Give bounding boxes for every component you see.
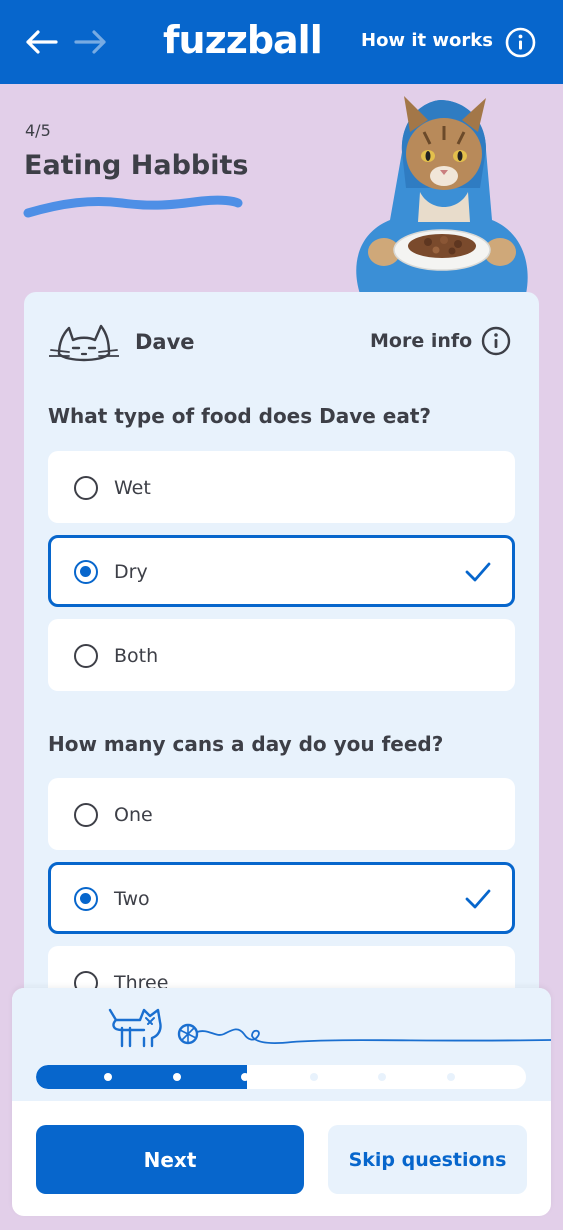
checkmark-icon (465, 889, 491, 909)
question-cans-per-day: How many cans a day do you feed? (48, 732, 444, 756)
progress-bar (36, 1065, 526, 1089)
checkmark-icon (465, 562, 491, 582)
option-two[interactable]: Two (48, 862, 515, 934)
progress-dot (104, 1073, 112, 1081)
option-label: One (114, 804, 153, 826)
option-dry[interactable]: Dry (48, 535, 515, 607)
radio-button[interactable] (74, 644, 98, 668)
option-label: Two (114, 888, 150, 910)
info-icon[interactable] (481, 326, 511, 356)
top-nav-bar: fuzzball How it works (0, 0, 563, 84)
option-one[interactable]: One (48, 778, 515, 850)
progress-dot (378, 1073, 386, 1081)
cat-with-yarn-doodle (108, 1008, 551, 1048)
question-card: Dave More info What type of food does Da… (24, 292, 539, 1012)
option-label: Dry (114, 561, 148, 583)
option-both[interactable]: Both (48, 619, 515, 691)
info-icon[interactable] (505, 27, 536, 58)
arrow-left-icon[interactable] (24, 28, 60, 56)
how-it-works-link[interactable]: How it works (361, 30, 493, 51)
radio-button-selected[interactable] (74, 560, 98, 584)
radio-button[interactable] (74, 476, 98, 500)
progress-dot (447, 1073, 455, 1081)
progress-dot (173, 1073, 181, 1081)
progress-dot (241, 1073, 249, 1081)
arrow-right-icon[interactable] (72, 28, 108, 56)
title-underline-scribble (23, 195, 243, 218)
option-label: Wet (114, 477, 151, 499)
progress-dot (310, 1073, 318, 1081)
radio-button[interactable] (74, 803, 98, 827)
step-counter: 4/5 (25, 121, 51, 140)
bottom-action-panel: Next Skip questions (12, 988, 551, 1216)
option-wet[interactable]: Wet (48, 451, 515, 523)
fuzzball-logo[interactable]: fuzzball (163, 18, 323, 62)
skip-questions-button[interactable]: Skip questions (328, 1125, 527, 1194)
pet-name: Dave (135, 330, 195, 354)
radio-button-selected[interactable] (74, 887, 98, 911)
question-food-type: What type of food does Dave eat? (48, 404, 431, 428)
more-info-link[interactable]: More info (370, 330, 472, 352)
option-label: Both (114, 645, 159, 667)
page-title: Eating Habbits (24, 150, 249, 181)
progress-area (12, 988, 551, 1101)
cat-in-raincoat-illustration (356, 96, 528, 294)
cat-face-outline-icon (49, 324, 119, 362)
next-button[interactable]: Next (36, 1125, 304, 1194)
progress-bar-fill (36, 1065, 247, 1089)
